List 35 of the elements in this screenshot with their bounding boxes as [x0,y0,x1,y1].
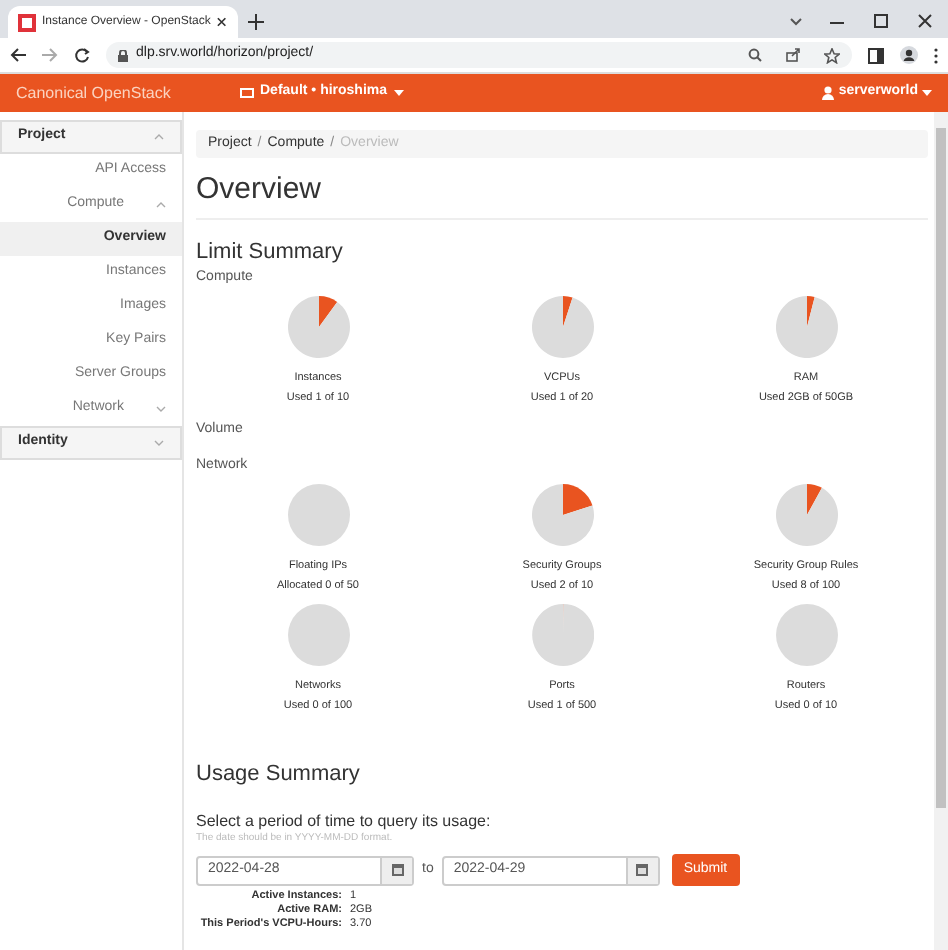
pie-chart [531,604,593,666]
pie-chart [531,484,593,546]
close-icon[interactable] [216,16,228,28]
openstack-logo-icon [18,13,36,31]
brand-link[interactable]: Canonical OpenStack [16,81,240,105]
back-arrow-icon[interactable] [10,48,26,62]
project-icon [240,88,254,98]
chevron-icon[interactable] [790,18,802,26]
caret-icon [393,90,404,96]
star-icon[interactable] [824,47,840,63]
lock-icon [118,49,128,61]
pie-chart [287,296,349,358]
section-heading: Usage Summary [196,762,362,788]
share-icon[interactable] [786,48,800,62]
prompt-text: Select a period of time to query its usage: [196,812,493,832]
new-tab-icon[interactable] [248,14,264,30]
calendar-icon[interactable] [636,864,649,876]
page-title: Overview [196,172,928,220]
section-heading: Limit Summary [196,240,345,266]
pie-chart [775,484,837,546]
scrollbar[interactable] [934,112,948,950]
pie-chart [775,604,837,666]
maximize-icon[interactable] [874,14,888,28]
user-icon [822,86,835,100]
pie-chart [287,604,349,666]
side-panel-icon[interactable] [868,47,884,63]
reload-icon[interactable] [74,47,90,63]
close-icon[interactable] [918,14,932,28]
zoom-icon[interactable] [748,48,762,62]
profile-icon[interactable] [900,46,918,64]
pie-chart [775,296,837,358]
calendar-icon[interactable] [391,864,403,876]
pie-chart [531,296,593,358]
pie-chart [287,484,349,546]
caret-icon [922,90,932,96]
